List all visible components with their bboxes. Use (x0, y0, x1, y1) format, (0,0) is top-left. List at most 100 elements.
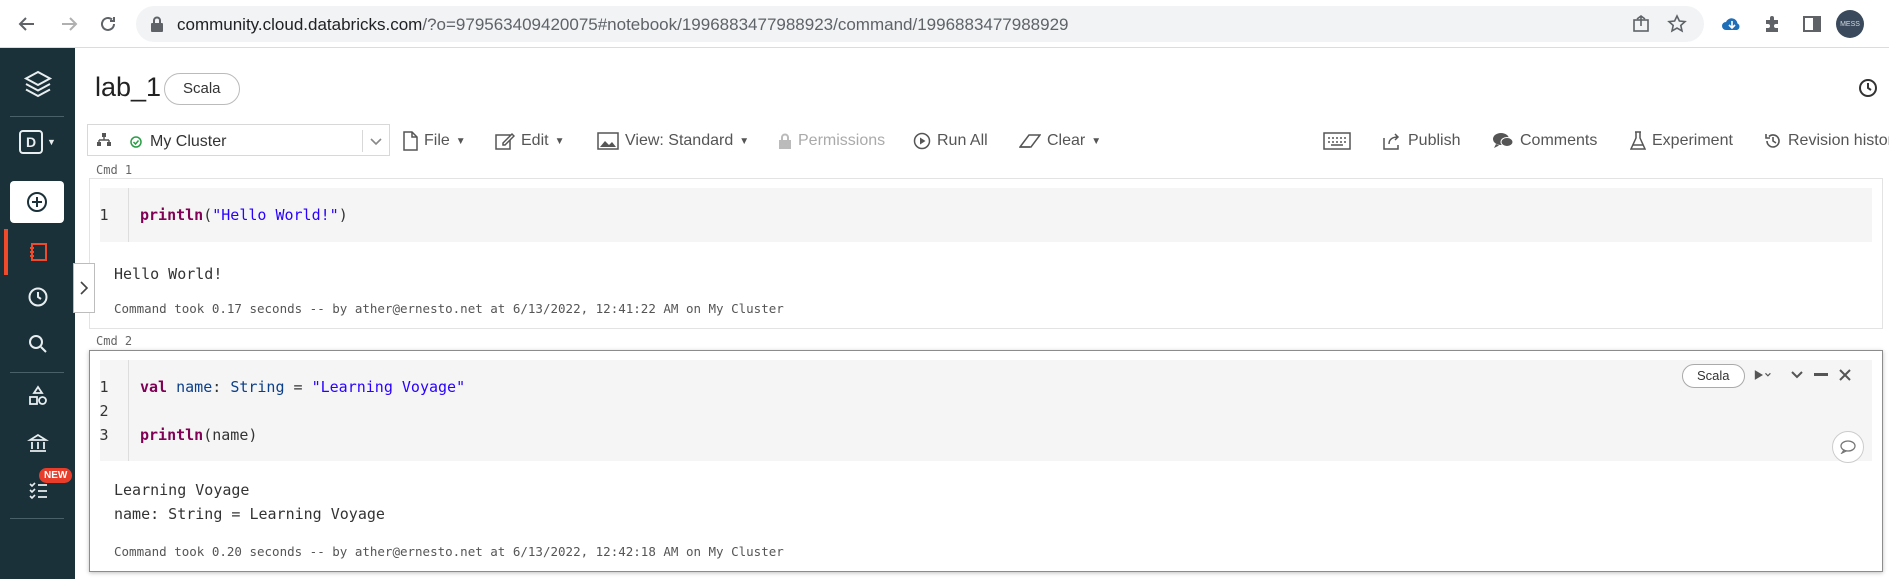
history-clock-icon[interactable] (1858, 78, 1878, 103)
code-line[interactable]: val name: String = "Learning Voyage" (140, 378, 465, 396)
sidebar-divider (10, 372, 64, 373)
notebook-cell-2[interactable]: 1 2 3 val name: String = "Learning Voyag… (89, 350, 1883, 572)
code-line[interactable]: println(name) (140, 426, 257, 444)
create-button[interactable] (10, 181, 64, 223)
address-bar[interactable]: community.cloud.databricks.com/?o=979563… (136, 6, 1704, 42)
side-panel-icon[interactable] (1800, 12, 1824, 36)
databricks-logo-icon[interactable] (0, 62, 75, 106)
keyboard-shortcuts-button[interactable] (1323, 123, 1351, 159)
file-icon (403, 131, 418, 151)
revision-history-label: Revision history (1788, 132, 1889, 149)
command-timing-info: Command took 0.20 seconds -- by ather@er… (114, 544, 784, 559)
profile-avatar[interactable]: MESS (1836, 10, 1864, 38)
comment-bubble-icon (1840, 440, 1856, 454)
cluster-name: My Cluster (150, 133, 227, 150)
browser-toolbar: community.cloud.databricks.com/?o=979563… (0, 0, 1889, 48)
code-editor[interactable]: 1 2 3 val name: String = "Learning Voyag… (99, 360, 1872, 461)
code-line[interactable]: println("Hello World!") (140, 206, 348, 224)
minimize-cell-icon[interactable] (1812, 364, 1830, 386)
code-token-string: "Hello World!" (212, 206, 339, 224)
sidebar-item-data[interactable] (0, 374, 75, 418)
back-arrow-icon[interactable] (15, 12, 39, 36)
notebook-title[interactable]: lab_1 (95, 72, 161, 103)
edit-icon (495, 132, 515, 150)
comments-button[interactable]: Comments (1492, 123, 1597, 159)
close-icon[interactable] (1836, 364, 1854, 386)
comments-icon (1493, 133, 1514, 148)
url-path: /?o=979563409420075#notebook/19968834779… (422, 15, 1069, 34)
add-comment-button[interactable] (1832, 431, 1864, 463)
sidebar-item-compute[interactable] (0, 422, 75, 466)
forward-arrow-icon[interactable] (57, 12, 81, 36)
sidebar-item-recents[interactable] (0, 275, 75, 319)
url-host: community.cloud.databricks.com (177, 15, 423, 34)
cell-menu-chevron-icon[interactable] (1788, 364, 1806, 386)
cluster-status-icon (130, 135, 142, 153)
view-menu-label: View: Standard (625, 132, 734, 149)
keyboard-icon (1323, 132, 1351, 150)
cloud-download-icon[interactable] (1720, 12, 1744, 36)
cmd-label: Cmd 1 (96, 163, 133, 177)
cluster-network-icon (96, 132, 112, 153)
notebook-toolbar: My Cluster File ▼ Edit ▼ View: Standard ▼ P… (87, 123, 1889, 159)
edit-menu-label: Edit (521, 132, 549, 149)
code-token-string: "Learning Voyage" (311, 378, 466, 396)
chevron-down-icon[interactable] (368, 133, 384, 154)
bookmark-star-icon[interactable] (1667, 14, 1687, 34)
permissions-button[interactable]: Permissions (778, 123, 885, 159)
lock-icon (779, 133, 791, 149)
code-token-fn: println (140, 206, 204, 224)
line-number: 3 (99, 426, 109, 444)
run-all-button[interactable]: Run All (913, 123, 988, 159)
code-token-paren: ) (338, 206, 348, 224)
notebook-cell-1[interactable]: 1 println("Hello World!") Hello World! C… (89, 178, 1883, 329)
code-token-args: (name) (203, 426, 258, 444)
clear-menu-label: Clear (1047, 132, 1086, 149)
edit-menu[interactable]: Edit ▼ (495, 123, 564, 159)
file-menu[interactable]: File ▼ (402, 123, 466, 159)
history-icon (1765, 134, 1780, 148)
url-text[interactable]: community.cloud.databricks.com/?o=979563… (177, 15, 1069, 35)
line-number: 1 (99, 206, 109, 224)
flask-icon (1630, 131, 1646, 150)
gutter-divider (128, 188, 129, 242)
share-icon[interactable] (1631, 14, 1651, 34)
publish-button[interactable]: Publish (1382, 123, 1460, 159)
play-circle-icon (913, 132, 931, 150)
experiment-label: Experiment (1652, 132, 1733, 149)
code-token-equals: = (284, 378, 312, 396)
search-icon (28, 335, 47, 353)
clear-menu[interactable]: Clear ▼ (1019, 123, 1101, 159)
workspace-badge: D (19, 130, 44, 154)
revision-history-button[interactable]: Revision history (1764, 123, 1889, 159)
notebook-icon (29, 243, 47, 261)
cell-language-pill[interactable]: Scala (1682, 364, 1745, 388)
code-token-identifier: name (176, 378, 213, 396)
sidebar-item-search[interactable] (0, 322, 75, 366)
sidebar-expand-toggle[interactable] (73, 263, 95, 313)
experiment-button[interactable]: Experiment (1630, 123, 1733, 159)
caret-down-icon: ▼ (739, 135, 750, 147)
file-menu-label: File (424, 132, 450, 149)
view-menu[interactable]: View: Standard ▼ (597, 123, 749, 159)
code-editor[interactable]: 1 println("Hello World!") (99, 188, 1872, 242)
publish-label: Publish (1408, 132, 1461, 149)
cluster-selector[interactable]: My Cluster (87, 124, 390, 156)
comments-label: Comments (1520, 132, 1598, 149)
code-token-colon: : (212, 378, 231, 396)
caret-down-icon: ▼ (1091, 135, 1102, 147)
cmd-label: Cmd 2 (96, 334, 133, 348)
code-token-keyword: val (140, 378, 168, 396)
lock-icon[interactable] (150, 16, 164, 37)
permissions-label: Permissions (798, 132, 886, 149)
run-cell-menu[interactable] (1754, 364, 1772, 386)
sidebar-item-workspace[interactable] (0, 230, 75, 274)
profile-avatar-text: MESS (1840, 20, 1860, 28)
code-token-paren: ( (203, 206, 213, 224)
notebook-language-pill[interactable]: Scala (164, 73, 240, 105)
extensions-puzzle-icon[interactable] (1760, 12, 1784, 36)
reload-icon[interactable] (96, 12, 120, 36)
image-view-icon (597, 132, 619, 150)
workspace-switcher[interactable]: D ▼ (0, 120, 75, 164)
eraser-icon (1019, 134, 1041, 148)
